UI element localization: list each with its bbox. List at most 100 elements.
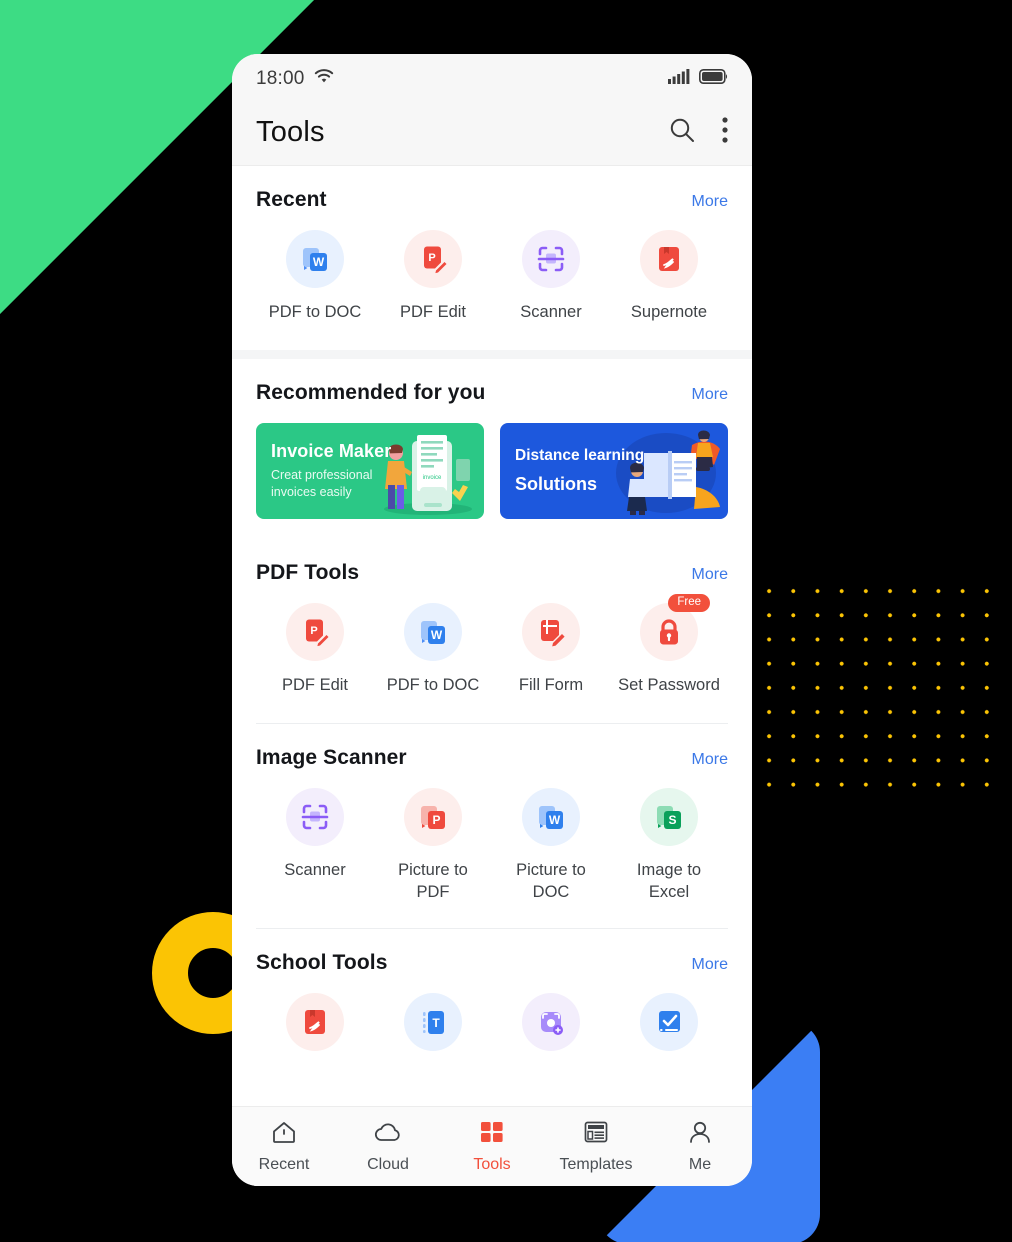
svg-text:W: W	[431, 628, 443, 642]
tool-school-supernote[interactable]	[256, 993, 374, 1064]
supernote-icon	[640, 230, 698, 288]
tool-school-photo-scan[interactable]	[492, 993, 610, 1064]
page-root: 18:00 Tools Recent More W PDF to DOC P P…	[0, 0, 1012, 1242]
section-header-recent: Recent More	[256, 166, 728, 216]
tool-icon-wrap: P	[404, 787, 462, 846]
tool-school-checklist[interactable]	[610, 993, 728, 1064]
banner-invoice-maker[interactable]: Invoice Maker Creat professional invoice…	[256, 422, 484, 519]
tool-label: Fill Form	[518, 675, 584, 694]
banner-line-1: Distance learning	[515, 446, 645, 464]
pdf-edit-icon: P	[286, 602, 344, 661]
picture-to-doc-icon: W	[522, 787, 580, 846]
phone-mockup: 18:00 Tools Recent More W PDF to DOC P P…	[232, 54, 752, 1186]
person-icon	[687, 1120, 713, 1149]
nav-item-me[interactable]: Me	[648, 1120, 752, 1174]
tool-image-to-excel[interactable]: S Image to Excel	[610, 787, 728, 905]
tool-icon-wrap: T	[404, 993, 462, 1052]
tool-school-text[interactable]: T	[374, 993, 492, 1064]
search-icon[interactable]	[668, 116, 696, 149]
tool-grid-image-scanner: Scanner P Picture to PDF W Picture to DO…	[256, 774, 728, 905]
tool-supernote[interactable]: Supernote	[610, 230, 728, 324]
section-pdf-tools: PDF Tools More P PDF Edit W PDF to DOC F…	[232, 538, 752, 723]
tool-icon-wrap	[522, 602, 580, 661]
banner-row: Invoice Maker Creat professional invoice…	[256, 409, 728, 519]
section-header-image-scanner: Image Scanner More	[256, 724, 728, 774]
tool-icon-wrap: P	[286, 602, 344, 661]
tool-label: PDF to DOC	[268, 303, 362, 321]
banner-text: Distance learning Solutions	[500, 447, 644, 495]
tool-pdf-to-doc[interactable]: W PDF to DOC	[374, 602, 492, 697]
tool-fill-form[interactable]: Fill Form	[492, 602, 610, 697]
tool-icon-wrap: W	[522, 787, 580, 846]
nav-label: Templates	[559, 1155, 633, 1173]
tool-picture-to-doc[interactable]: W Picture to DOC	[492, 787, 610, 905]
banner-line-2: Solutions	[515, 473, 597, 494]
more-link-recent[interactable]: More	[692, 193, 728, 211]
nav-label: Me	[688, 1155, 712, 1173]
nav-label: Tools	[473, 1155, 511, 1173]
section-header-recommended: Recommended for you More	[256, 359, 728, 409]
tool-scanner[interactable]: Scanner	[256, 787, 374, 882]
tool-icon-wrap: W	[404, 602, 462, 661]
nav-label: Recent	[258, 1155, 310, 1173]
tool-label: PDF to DOC	[386, 675, 480, 694]
svg-text:W: W	[313, 255, 325, 269]
tool-icon-wrap	[522, 993, 580, 1052]
tool-icon-wrap: W	[286, 230, 344, 288]
tool-icon-wrap	[286, 787, 344, 846]
tool-set-password[interactable]: Free Set Password	[610, 593, 728, 697]
screen-content[interactable]: Recent More W PDF to DOC P PDF Edit Scan…	[232, 166, 752, 1106]
home-icon	[271, 1120, 297, 1149]
section-divider-band	[232, 349, 752, 359]
nav-item-templates[interactable]: Templates	[544, 1120, 648, 1174]
yellow-dot-grid-decoration	[756, 578, 1004, 790]
nav-item-recent[interactable]: Recent	[232, 1120, 336, 1174]
svg-text:invoice: invoice	[423, 475, 442, 481]
banner-distance-learning[interactable]: Distance learning Solutions	[500, 422, 728, 519]
banner-text: Invoice Maker Creat professional invoice…	[256, 441, 391, 501]
more-link-school-tools[interactable]: More	[692, 956, 728, 974]
tool-pdf-edit[interactable]: P PDF Edit	[374, 230, 492, 324]
more-link-recommended[interactable]: More	[692, 386, 728, 404]
tool-picture-to-pdf[interactable]: P Picture to PDF	[374, 787, 492, 905]
tool-icon-wrap	[640, 993, 698, 1052]
tool-label: PDF Edit	[399, 303, 467, 321]
status-badge-free: Free	[668, 593, 710, 612]
nav-item-cloud[interactable]: Cloud	[336, 1120, 440, 1174]
tool-grid-pdf-tools: P PDF Edit W PDF to DOC Fill Form Free S…	[256, 589, 728, 697]
tool-label: Picture to DOC	[516, 860, 586, 902]
tool-scanner[interactable]: Scanner	[492, 230, 610, 324]
tool-label: Set Password	[618, 675, 720, 694]
section-header-pdf-tools: PDF Tools More	[256, 539, 728, 589]
tool-pdf-edit[interactable]: P PDF Edit	[256, 602, 374, 697]
nav-item-tools[interactable]: Tools	[440, 1120, 544, 1174]
section-school-tools: School Tools More T	[232, 929, 752, 1065]
more-link-image-scanner[interactable]: More	[692, 751, 728, 769]
section-recommended: Recommended for you More Invoice Maker C…	[232, 358, 752, 539]
section-title: School Tools	[256, 951, 388, 975]
cloud-icon	[374, 1120, 402, 1149]
svg-text:T: T	[432, 1016, 440, 1030]
text-tool-icon: T	[404, 993, 462, 1052]
tool-pdf-to-doc[interactable]: W PDF to DOC	[256, 230, 374, 324]
tool-icon-wrap	[522, 230, 580, 288]
more-vertical-icon[interactable]	[722, 117, 728, 148]
signal-bars-icon	[668, 69, 690, 89]
more-link-pdf-tools[interactable]: More	[692, 566, 728, 584]
battery-full-icon	[699, 69, 728, 89]
page-title: Tools	[256, 116, 325, 148]
photo-scan-icon	[522, 993, 580, 1052]
tool-label: PDF Edit	[281, 675, 349, 694]
section-recent: Recent More W PDF to DOC P PDF Edit Scan…	[232, 166, 752, 350]
tool-icon-wrap: Free	[640, 593, 710, 661]
status-bar-left: 18:00	[256, 68, 334, 90]
section-image-scanner: Image Scanner More Scanner P Picture to …	[232, 723, 752, 929]
bottom-navigation: Recent Cloud Tools Templates Me	[232, 1106, 752, 1186]
tool-icon-wrap: S	[640, 787, 698, 846]
tool-grid-school-tools: T	[256, 979, 728, 1064]
status-time: 18:00	[256, 68, 305, 89]
scanner-icon	[286, 787, 344, 846]
